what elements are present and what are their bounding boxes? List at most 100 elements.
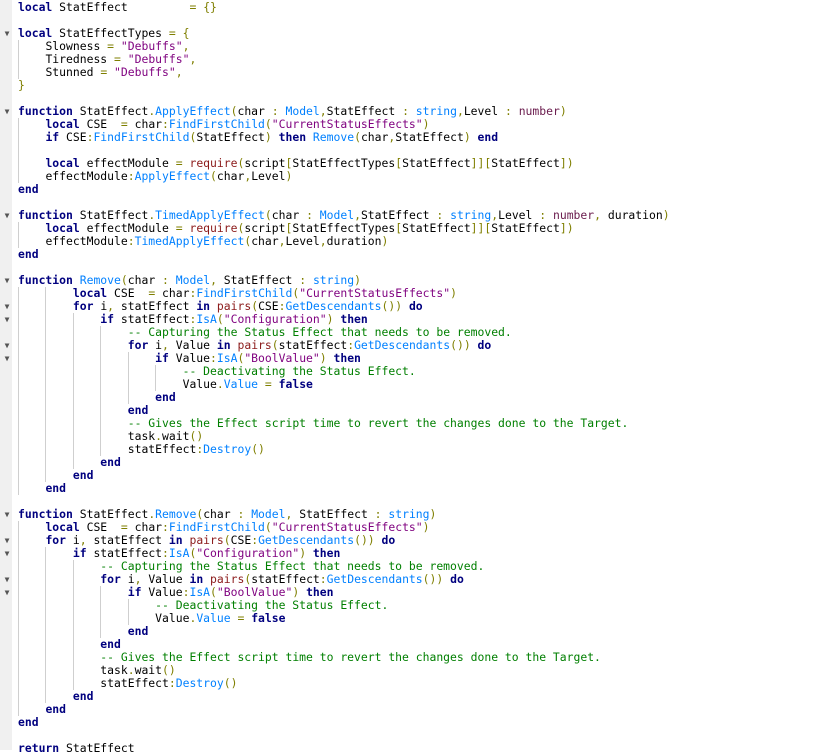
method-token: Remove	[312, 130, 355, 144]
identifier-token: Value	[155, 611, 190, 625]
string-token: "Debuffs"	[120, 39, 183, 53]
identifier-token: statEffect	[93, 546, 163, 560]
fold-toggle-icon[interactable]: ▼	[2, 105, 12, 118]
comment-token: -- Deactivating the Status Effect.	[155, 598, 389, 612]
code-line: end	[18, 703, 670, 716]
operator-token: ,	[354, 208, 361, 222]
operator-token: ,	[319, 104, 327, 118]
operator-token: (	[223, 533, 231, 547]
identifier-token: Value	[148, 572, 183, 586]
fold-toggle-icon[interactable]: ▼	[2, 209, 12, 222]
identifier-token: i	[72, 533, 80, 547]
script-editor[interactable]: local StatEffect = {} ▼ local StatEffectTy…	[0, 0, 840, 755]
code-line: }	[18, 79, 670, 92]
identifier-token: statEffect	[120, 312, 190, 326]
fold-toggle-icon[interactable]: ▼	[2, 274, 12, 287]
operator-token: )	[429, 507, 437, 521]
identifier-token: Level	[285, 234, 320, 248]
identifier-token: Tiredness	[45, 52, 108, 66]
identifier-token: effectModule	[86, 221, 169, 235]
identifier-token: char	[237, 104, 265, 118]
identifier-token: char	[251, 234, 279, 248]
method-token: GetDescendants	[258, 533, 355, 547]
fold-toggle-icon[interactable]: ▼	[2, 547, 12, 560]
code-line: end	[18, 690, 670, 703]
method-token: TimedApplyEffect	[155, 208, 265, 222]
identifier-token: CSE	[258, 299, 279, 313]
code-line: local StatEffect = {}	[18, 1, 670, 14]
code-line: effectModule:ApplyEffect(char,Level)	[18, 170, 670, 183]
fold-toggle-icon[interactable]: ▼	[2, 586, 12, 599]
keyword-token: end	[100, 637, 121, 651]
operator-token: }	[210, 0, 217, 14]
code-line: Stunned = "Debuffs",	[18, 66, 670, 79]
operator-token: .	[155, 429, 163, 443]
operator-token: )	[285, 169, 293, 183]
identifier-token: CSE	[86, 520, 108, 534]
operator-token: )	[456, 338, 464, 352]
operator-token: (	[422, 572, 430, 586]
keyword-token: in	[216, 338, 231, 352]
keyword-token: end	[18, 715, 39, 729]
code-area[interactable]: local StatEffect = {} ▼ local StatEffectTy…	[5, 1, 670, 755]
builtin-token: pairs	[189, 533, 224, 547]
fold-toggle-icon[interactable]: ▼	[2, 300, 12, 313]
keyword-token: end	[155, 390, 176, 404]
fold-toggle-icon[interactable]: ▼	[2, 339, 12, 352]
keyword-token: for	[127, 338, 149, 352]
identifier-token: char	[127, 273, 156, 287]
fold-toggle-icon[interactable]: ▼	[2, 27, 12, 40]
string-token: "CurrentStatusEffects"	[299, 286, 451, 300]
fold-toggle-icon[interactable]: ▼	[2, 313, 12, 326]
builtin-token: require	[189, 156, 238, 170]
fold-toggle-icon[interactable]: ▼	[2, 534, 12, 547]
identifier-token: char	[271, 208, 300, 222]
identifier-token: StatEffectTypes	[292, 156, 396, 170]
operator-token: ,	[182, 39, 190, 53]
operator-token: )	[463, 338, 471, 352]
type-token: number	[518, 104, 560, 118]
keyword-token: if	[127, 585, 142, 599]
operator-token: :	[168, 676, 176, 690]
identifier-token: script	[244, 221, 286, 235]
keyword-token: in	[168, 533, 183, 547]
fold-toggle-icon[interactable]: ▼	[2, 508, 12, 521]
identifier-token: StatEffectTypes	[292, 221, 396, 235]
keyword-token: then	[340, 312, 368, 326]
operator-token: =	[168, 26, 176, 40]
identifier-token: effectModule	[45, 169, 128, 183]
code-line: end	[18, 482, 670, 495]
identifier-token: Value	[182, 377, 217, 391]
code-line: end	[18, 456, 670, 469]
operator-token: ,	[175, 65, 183, 79]
fold-toggle-icon[interactable]: ▼	[2, 573, 12, 586]
operator-token: (	[354, 533, 361, 547]
method-token: FindFirstChild	[93, 130, 190, 144]
method-token: IsA	[216, 351, 238, 365]
identifier-token: StatEffect	[79, 208, 149, 222]
fold-toggle-icon[interactable]: ▼	[2, 352, 12, 365]
identifier-token: StatEffect	[402, 221, 471, 235]
operator-token: .	[127, 663, 135, 677]
identifier-token: statEffect	[120, 299, 190, 313]
keyword-token: local	[45, 520, 80, 534]
